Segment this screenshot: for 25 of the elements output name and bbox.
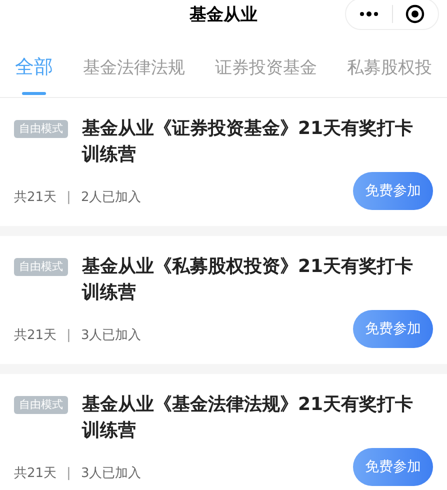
- join-button[interactable]: 免费参加: [353, 172, 433, 210]
- category-tab[interactable]: 基金法律法规: [83, 56, 185, 97]
- mode-tag: 自由模式: [14, 258, 68, 276]
- join-button[interactable]: 免费参加: [353, 310, 433, 348]
- course-duration: 共21天: [14, 327, 57, 346]
- page-title: 基金从业: [190, 4, 258, 28]
- join-button[interactable]: 免费参加: [353, 448, 433, 486]
- course-title: 基金从业《私募股权投资》21天有奖打卡训练营: [82, 255, 414, 305]
- category-tab[interactable]: 证券投资基金: [215, 56, 317, 97]
- course-duration: 共21天: [14, 465, 57, 484]
- joined-count: 3人已加入: [80, 465, 142, 484]
- category-tab[interactable]: 私募股权投: [347, 56, 432, 97]
- course-title: 基金从业《基金法律法规》21天有奖打卡训练营: [82, 393, 414, 443]
- separator: |: [66, 189, 71, 208]
- mode-tag: 自由模式: [14, 396, 68, 414]
- course-title: 基金从业《证券投资基金》21天有奖打卡训练营: [82, 117, 414, 167]
- joined-count: 3人已加入: [80, 327, 142, 346]
- target-icon: [405, 4, 426, 24]
- category-tab[interactable]: 全部: [15, 52, 53, 97]
- more-icon: [358, 11, 379, 17]
- separator: |: [66, 327, 71, 346]
- mode-tag: 自由模式: [14, 120, 68, 138]
- separator: |: [66, 465, 71, 484]
- course-duration: 共21天: [14, 189, 57, 208]
- joined-count: 2人已加入: [80, 189, 142, 208]
